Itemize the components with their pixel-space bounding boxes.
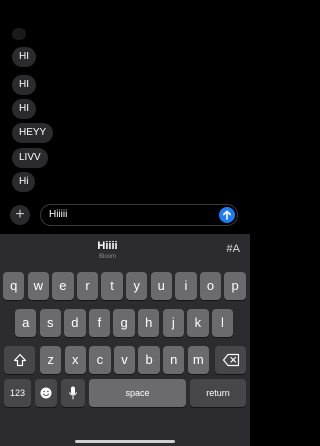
space-key[interactable]: space	[89, 379, 186, 407]
message-thread: HI HI HI HEYY LIVV Hi	[0, 0, 250, 200]
microphone-icon	[68, 386, 78, 400]
key-l[interactable]: l	[211, 309, 234, 337]
suggestion-bar: Hiiii Bloom #A	[0, 234, 250, 268]
message-text: HI	[19, 51, 29, 62]
key-q[interactable]: q	[3, 272, 25, 300]
key-m[interactable]: m	[187, 346, 209, 374]
keyboard: Hiiii Bloom #A qwertyuiop asdfghjkl zxcv…	[0, 234, 250, 446]
suggestion-word[interactable]: Hiiii	[0, 240, 215, 252]
shift-icon	[13, 353, 26, 367]
message-bubble: HI	[12, 75, 36, 95]
message-bubble: HI	[12, 47, 36, 67]
arrow-up-icon	[223, 210, 231, 220]
message-bubble-partial	[12, 28, 26, 40]
key-k[interactable]: k	[187, 309, 209, 337]
add-attachment-button[interactable]: +	[10, 205, 30, 225]
message-text: HI	[19, 79, 29, 90]
text-format-button[interactable]: #A	[227, 243, 240, 255]
key-p[interactable]: p	[224, 272, 246, 300]
delete-key[interactable]	[215, 346, 246, 374]
key-n[interactable]: n	[163, 346, 185, 374]
key-x[interactable]: x	[64, 346, 86, 374]
dictation-key[interactable]	[61, 379, 85, 407]
message-bubble: Hi	[12, 172, 36, 192]
emoji-icon	[40, 387, 52, 399]
message-bubble: HEYY	[12, 123, 54, 143]
message-input-text: Hiiiii	[49, 209, 68, 220]
emoji-key[interactable]	[35, 379, 57, 407]
key-g[interactable]: g	[113, 309, 135, 337]
composer-bar: + Hiiiii	[0, 200, 250, 230]
message-text: LIVV	[19, 152, 41, 163]
key-y[interactable]: y	[126, 272, 148, 300]
key-f[interactable]: f	[88, 309, 111, 337]
key-r[interactable]: r	[76, 272, 99, 300]
key-z[interactable]: z	[40, 346, 62, 374]
key-v[interactable]: v	[113, 346, 136, 374]
send-button[interactable]	[219, 207, 235, 223]
key-h[interactable]: h	[138, 309, 160, 337]
backspace-icon	[222, 353, 239, 367]
home-indicator	[75, 440, 175, 443]
key-c[interactable]: c	[89, 346, 111, 374]
return-key[interactable]: return	[190, 379, 246, 407]
key-w[interactable]: w	[27, 272, 49, 300]
message-bubble: HI	[12, 99, 36, 119]
key-o[interactable]: o	[199, 272, 222, 300]
shift-key[interactable]	[4, 346, 35, 374]
suggestion-subtitle: Bloom	[98, 254, 116, 260]
key-t[interactable]: t	[101, 272, 123, 300]
key-d[interactable]: d	[64, 309, 86, 337]
key-b[interactable]: b	[138, 346, 160, 374]
key-s[interactable]: s	[39, 309, 61, 337]
message-bubble: LIVV	[12, 148, 48, 168]
key-a[interactable]: a	[15, 309, 37, 337]
numbers-key[interactable]: 123	[4, 379, 31, 407]
message-text: HEYY	[19, 127, 47, 138]
message-text: HI	[19, 103, 29, 114]
key-j[interactable]: j	[162, 309, 184, 337]
message-input[interactable]: Hiiiii	[40, 204, 238, 226]
key-i[interactable]: i	[175, 272, 197, 300]
message-text: Hi	[19, 176, 29, 187]
key-u[interactable]: u	[150, 272, 172, 300]
key-e[interactable]: e	[52, 272, 74, 300]
plus-icon: +	[15, 206, 25, 223]
